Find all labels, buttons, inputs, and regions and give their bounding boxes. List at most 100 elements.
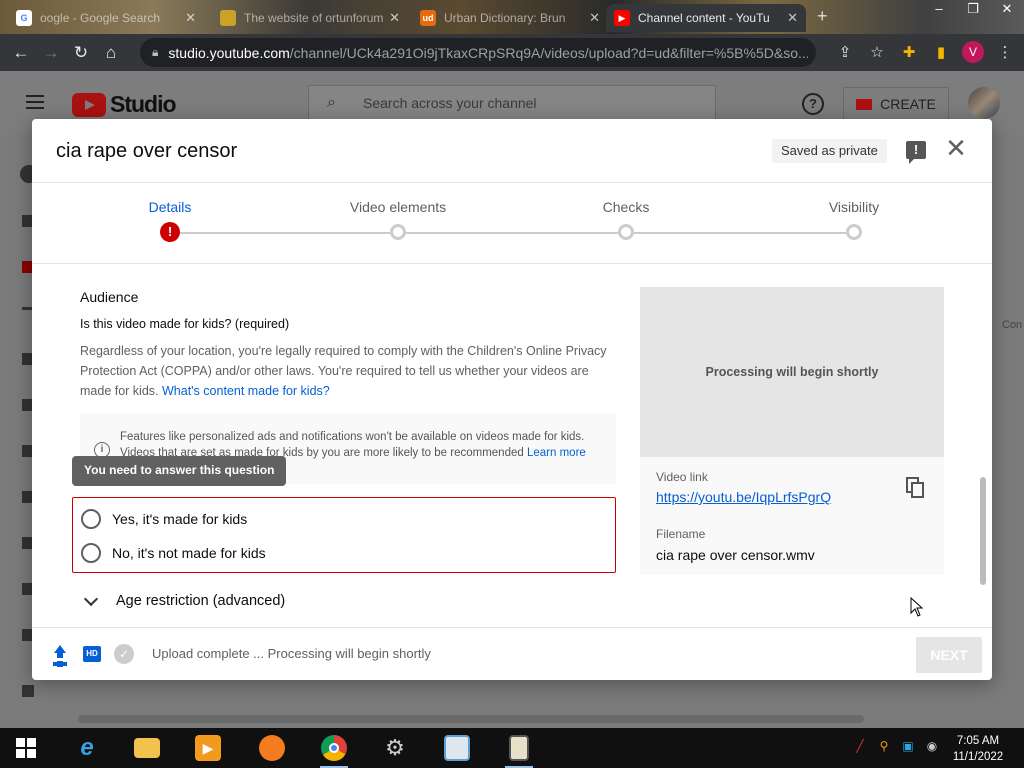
dialog-content: Audience Is this video made for kids? (r… [32, 265, 992, 627]
browser-tab-youtube-studio[interactable]: ▶ Channel content - YouTu ✕ [606, 4, 806, 32]
radio-yes-made-for-kids[interactable]: Yes, it's made for kids [81, 507, 247, 531]
next-button[interactable]: NEXT [916, 637, 982, 673]
radio-not-made-for-kids[interactable]: No, it's not made for kids [81, 541, 266, 565]
step-circle-icon [390, 224, 406, 240]
extensions-puzzle-icon[interactable]: ✚ [898, 38, 920, 66]
tab-title: Channel content - YouTu [638, 11, 770, 25]
video-link-label: Video link [656, 470, 708, 484]
radio-button-icon[interactable] [81, 509, 101, 529]
minimize-icon[interactable]: – [922, 0, 956, 22]
filename-label: Filename [656, 527, 706, 541]
share-icon[interactable]: ⇪ [834, 38, 856, 66]
new-tab-icon[interactable]: + [817, 6, 828, 27]
dialog-footer: HD ✓ Upload complete ... Processing will… [32, 627, 992, 680]
search-placeholder: Search across your channel [363, 95, 537, 111]
youtube-play-logo-icon [72, 92, 106, 117]
url-domain: studio.youtube.com [168, 44, 290, 61]
bookmark-star-icon[interactable]: ☆ [866, 38, 888, 66]
back-arrow-icon[interactable]: ← [6, 38, 36, 68]
search-magnifier-icon[interactable]: ⚲ [876, 738, 892, 754]
audience-heading: Audience [80, 289, 139, 305]
copy-icon[interactable] [906, 477, 926, 499]
document-window-icon [444, 735, 470, 761]
step-circle-icon [846, 224, 862, 240]
close-icon[interactable]: ✕ [944, 135, 968, 161]
profile-avatar[interactable]: V [962, 41, 984, 63]
clock-date: 11/1/2022 [952, 751, 1004, 763]
taskbar-settings[interactable]: ⚙ [378, 732, 412, 764]
studio-left-rail [0, 135, 38, 761]
settings-gear-icon[interactable] [22, 685, 34, 697]
media-app-icon [509, 735, 529, 761]
taskbar-media-app[interactable] [502, 732, 536, 768]
windows-start-icon[interactable] [16, 738, 36, 758]
uc-browser-icon [259, 735, 285, 761]
taskbar-clock[interactable]: 7:05 AM 11/1/2022 [946, 733, 1010, 765]
tab-close-icon[interactable]: ✕ [185, 10, 196, 26]
age-restriction-label: Age restriction (advanced) [116, 593, 286, 609]
taskbar-media-player[interactable]: ▶ [191, 732, 225, 764]
search-icon: ⌕ [327, 94, 336, 111]
display-icon[interactable]: ▣ [900, 738, 916, 754]
tab-title: The website of ortunforum [244, 11, 384, 25]
url-text: studio.youtube.com/channel/UCk4a291Oi9jT… [168, 45, 808, 61]
video-preview-card: Processing will begin shortly Video link… [640, 287, 944, 575]
chevron-down-icon [83, 591, 99, 607]
recording-icon[interactable]: ◉ [924, 738, 940, 754]
google-icon: G [16, 10, 32, 26]
step-label: Checks [602, 199, 650, 215]
dialog-scrollbar[interactable] [980, 477, 986, 585]
browser-tab-website[interactable]: The website of ortunforum ✕ [212, 4, 408, 32]
clock-time: 7:05 AM [956, 735, 1000, 747]
dialog-title: cia rape over censor [56, 140, 238, 162]
channel-avatar[interactable] [968, 87, 1000, 119]
background-horizontal-scrollbar[interactable] [78, 715, 864, 723]
sidebar-panel-icon[interactable]: ▮ [930, 38, 952, 66]
browser-tab-google[interactable]: G oogle - Google Search ✕ [8, 4, 204, 32]
radio-button-icon[interactable] [81, 543, 101, 563]
video-preview-placeholder: Processing will begin shortly [640, 287, 944, 457]
window-close-icon[interactable]: ✕ [990, 0, 1024, 22]
tab-close-icon[interactable]: ✕ [589, 10, 600, 26]
upload-arrow-icon[interactable] [52, 645, 68, 663]
taskbar-document-app[interactable] [440, 732, 474, 764]
window-controls: – ❐ ✕ [922, 0, 1024, 22]
address-bar[interactable]: 🔒︎ studio.youtube.com/channel/UCk4a291Oi… [140, 38, 816, 67]
video-link[interactable]: https://youtu.be/IqpLrfsPgrQ [656, 489, 831, 505]
channel-search-input[interactable]: ⌕ Search across your channel [308, 85, 716, 121]
hd-processing-icon[interactable]: HD [83, 646, 101, 662]
browser-tab-urban-dictionary[interactable]: ud Urban Dictionary: Brun ✕ [412, 4, 608, 32]
reload-icon[interactable]: ↻ [66, 38, 96, 68]
mouse-pointer-icon [910, 597, 924, 617]
made-for-kids-radio-group: Yes, it's made for kids No, it's not mad… [72, 497, 616, 573]
pen-icon[interactable]: ╱ [852, 738, 868, 754]
hamburger-menu-icon[interactable] [26, 95, 44, 113]
home-icon[interactable]: ⌂ [96, 38, 126, 68]
tab-close-icon[interactable]: ✕ [787, 10, 798, 26]
taskbar-internet-explorer[interactable]: e [70, 732, 104, 764]
taskbar-chrome[interactable] [317, 732, 351, 768]
upload-status-text: Upload complete ... Processing will begi… [152, 646, 431, 661]
taskbar-uc-browser[interactable] [255, 732, 289, 764]
tab-title: Urban Dictionary: Brun [444, 11, 566, 25]
tab-close-icon[interactable]: ✕ [389, 10, 400, 26]
coppa-description-text: Regardless of your location, you're lega… [80, 344, 607, 398]
saved-status-badge: Saved as private [772, 139, 887, 163]
create-button[interactable]: CREATE [843, 87, 949, 121]
video-camera-icon [856, 98, 873, 110]
feedback-icon[interactable]: ! [906, 141, 926, 164]
youtube-studio-logo[interactable]: Studio [72, 91, 177, 118]
step-circle-icon [618, 224, 634, 240]
learn-more-link[interactable]: Learn more [527, 447, 586, 459]
radio-label: Yes, it's made for kids [112, 511, 248, 527]
made-for-kids-help-link[interactable]: What's content made for kids? [162, 384, 330, 398]
taskbar-file-explorer[interactable] [130, 732, 164, 764]
help-icon[interactable]: ? [802, 93, 824, 115]
upload-stepper: Details ! Video elements Checks Visibili… [32, 183, 992, 264]
forward-arrow-icon[interactable]: → [36, 38, 66, 68]
checks-complete-icon[interactable]: ✓ [114, 644, 134, 664]
age-restriction-toggle[interactable]: Age restriction (advanced) [80, 591, 286, 609]
restore-icon[interactable]: ❐ [956, 0, 990, 22]
browser-menu-icon[interactable]: ⋮ [994, 38, 1016, 66]
windows-taskbar: e ▶ ⚙ ╱ ⚲ ▣ ◉ 7:05 AM 11/1/2022 [0, 728, 1024, 768]
